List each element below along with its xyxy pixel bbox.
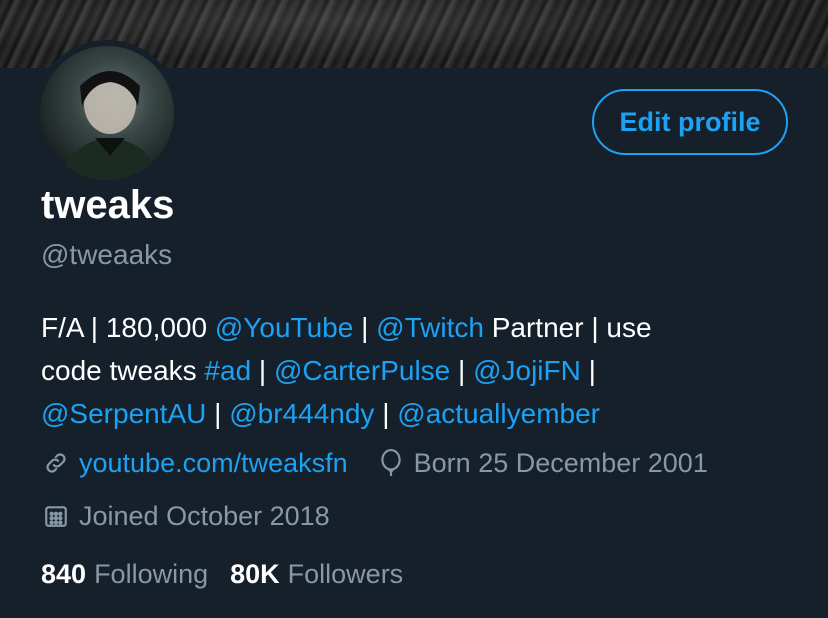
bio-text: Partner | use xyxy=(483,312,652,343)
birth-date: Born 25 December 2001 xyxy=(413,448,708,478)
bio-link[interactable]: @CarterPulse xyxy=(274,355,450,386)
bio-link[interactable]: @YouTube xyxy=(215,312,353,343)
followers-stat[interactable]: 80K Followers xyxy=(230,557,403,591)
bio-link[interactable]: @Twitch xyxy=(376,312,484,343)
bio-line: @SerpentAU | @br444ndy | @actuallyember xyxy=(41,392,801,435)
meta-row-2: Joined October 2018 xyxy=(41,499,330,533)
bio-text: F/A | 180,000 xyxy=(41,312,215,343)
bio-text: | xyxy=(580,355,596,386)
avatar-image xyxy=(40,46,174,180)
username-handle: @tweaaks xyxy=(41,239,173,270)
meta-row-1: youtube.com/tweaksfn Born 25 December 20… xyxy=(41,446,708,480)
calendar-icon xyxy=(41,501,71,531)
bio-text: | xyxy=(374,398,398,429)
bio: F/A | 180,000 @YouTube | @Twitch Partner… xyxy=(41,306,801,435)
bio-line: F/A | 180,000 @YouTube | @Twitch Partner… xyxy=(41,306,801,349)
bio-text: | xyxy=(251,355,274,386)
following-count: 840 xyxy=(41,559,87,589)
bio-text: | xyxy=(353,312,377,343)
following-stat[interactable]: 840 Following xyxy=(41,557,208,591)
display-name: tweaks xyxy=(41,183,175,227)
following-label: Following xyxy=(94,559,209,589)
edit-profile-button[interactable]: Edit profile xyxy=(592,89,788,155)
balloon-icon xyxy=(376,448,406,478)
bio-link[interactable]: @JojiFN xyxy=(473,355,581,386)
bio-text: code tweaks xyxy=(41,355,205,386)
followers-label: Followers xyxy=(287,559,404,589)
bio-link[interactable]: #ad xyxy=(204,355,251,386)
join-date: Joined October 2018 xyxy=(79,501,330,531)
followers-count: 80K xyxy=(230,559,280,589)
bio-link[interactable]: @SerpentAU xyxy=(41,398,206,429)
bio-text: | xyxy=(206,398,230,429)
bio-link[interactable]: @actuallyember xyxy=(397,398,600,429)
website-link[interactable]: youtube.com/tweaksfn xyxy=(79,446,348,480)
avatar[interactable] xyxy=(34,40,180,186)
bio-text: | xyxy=(450,355,474,386)
follow-stats: 840 Following 80K Followers xyxy=(41,557,425,591)
link-icon xyxy=(41,448,71,478)
bio-link[interactable]: @br444ndy xyxy=(229,398,374,429)
bio-line: code tweaks #ad | @CarterPulse | @JojiFN… xyxy=(41,349,801,392)
